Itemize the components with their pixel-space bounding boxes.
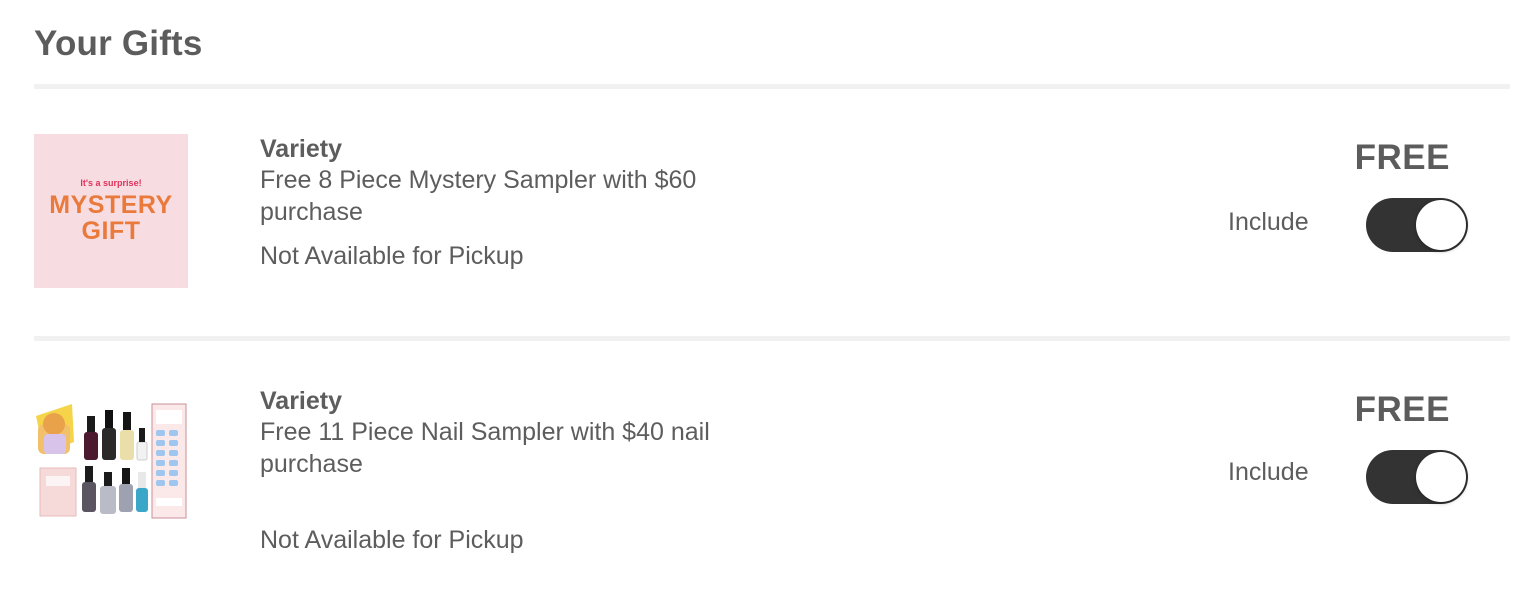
divider — [34, 336, 1510, 341]
mystery-gift-tagline: It's a surprise! — [80, 178, 142, 188]
mystery-gift-image: It's a surprise! MYSTERY GIFT — [34, 134, 188, 288]
gift-item-nail-sampler: Variety Free 11 Piece Nail Sampler with … — [34, 386, 1510, 576]
section-title: Your Gifts — [34, 24, 203, 63]
include-toggle[interactable] — [1366, 450, 1468, 504]
gift-brand: Variety — [260, 135, 343, 163]
gift-description: Free 11 Piece Nail Sampler with $40 nail… — [260, 418, 710, 478]
toggle-knob — [1416, 200, 1466, 250]
gift-price: FREE — [1354, 138, 1450, 177]
gift-item-mystery: It's a surprise! MYSTERY GIFT Variety Fr… — [34, 134, 1510, 304]
gift-description: Free 8 Piece Mystery Sampler with $60 pu… — [260, 166, 697, 226]
nail-sampler-image — [36, 403, 187, 519]
gift-brand: Variety — [260, 387, 343, 415]
gift-info: Variety Free 8 Piece Mystery Sampler wit… — [260, 134, 780, 228]
gift-info: Variety Free 11 Piece Nail Sampler with … — [260, 386, 780, 480]
gifts-panel: Your Gifts It's a surprise! MYSTERY GIFT… — [0, 0, 1532, 614]
toggle-knob — [1416, 452, 1466, 502]
include-toggle[interactable] — [1366, 198, 1468, 252]
include-label: Include — [1228, 458, 1309, 486]
mystery-gift-title-line1: MYSTERY — [49, 191, 173, 219]
gift-pickup-status: Not Available for Pickup — [260, 242, 524, 270]
mystery-gift-title-line2: GIFT — [81, 217, 141, 245]
include-label: Include — [1228, 208, 1309, 236]
gift-price: FREE — [1354, 390, 1450, 429]
divider — [34, 84, 1510, 89]
gift-pickup-status: Not Available for Pickup — [260, 526, 524, 554]
